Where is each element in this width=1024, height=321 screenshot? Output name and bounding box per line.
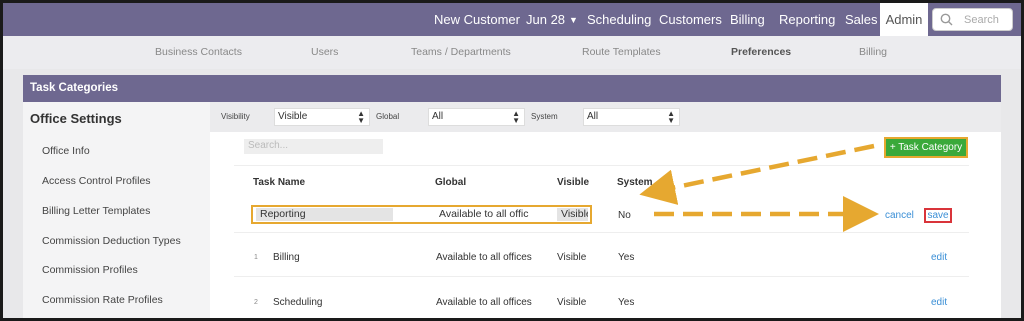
annotation-arrows [639,143,879,232]
app-window: New Customer Jun 28 ▼ Scheduling Customer… [3,3,1021,318]
arrow-to-new-row [639,143,875,205]
